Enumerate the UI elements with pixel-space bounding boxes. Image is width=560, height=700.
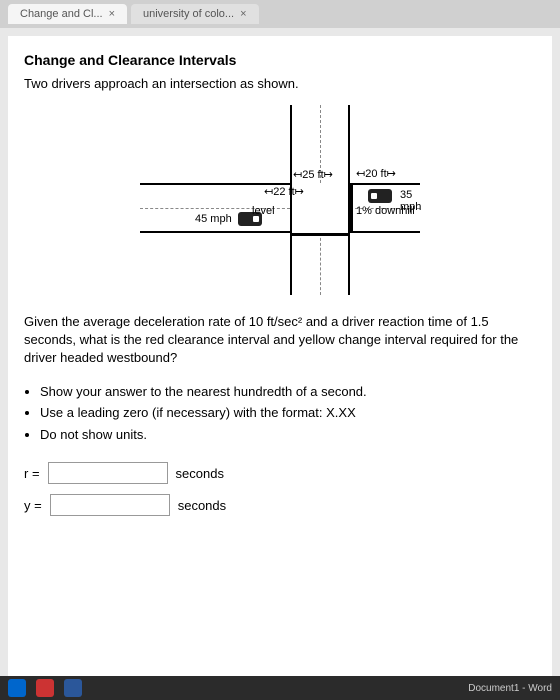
list-item: Use a leading zero (if necessary) with t… xyxy=(40,403,536,423)
dim-top: ↤20 ft↦ xyxy=(356,167,396,180)
taskbar-app-icon[interactable] xyxy=(36,679,54,697)
taskbar-doc-label: Document1 - Word xyxy=(468,683,552,694)
r-input[interactable] xyxy=(48,462,168,484)
taskbar: Document1 - Word xyxy=(0,676,560,700)
grade-east: 1% downhill xyxy=(356,205,415,217)
list-item: Do not show units. xyxy=(40,425,536,445)
tab-label: university of colo... xyxy=(143,8,234,20)
list-item: Show your answer to the nearest hundredt… xyxy=(40,382,536,402)
answer-row-y: y = seconds xyxy=(24,494,536,516)
page-content: Change and Clearance Intervals Two drive… xyxy=(8,36,552,676)
page-title: Change and Clearance Intervals xyxy=(24,52,536,68)
dim-width: ↤25 ft↦ xyxy=(293,168,333,181)
taskbar-word-icon[interactable] xyxy=(64,679,82,697)
y-label: y = xyxy=(24,498,42,513)
intro-text: Two drivers approach an intersection as … xyxy=(24,76,536,91)
tab-inactive[interactable]: university of colo... × xyxy=(131,4,259,24)
answer-row-r: r = seconds xyxy=(24,462,536,484)
tab-label: Change and Cl... xyxy=(20,8,103,20)
browser-tab-bar: Change and Cl... × university of colo...… xyxy=(0,0,560,28)
dim-cross: ↤22 ft↦ xyxy=(264,185,304,198)
r-label: r = xyxy=(24,466,40,481)
instruction-list: Show your answer to the nearest hundredt… xyxy=(40,382,536,445)
grade-west: level xyxy=(252,205,275,217)
eastbound-car-icon xyxy=(368,189,392,203)
r-unit: seconds xyxy=(176,466,224,481)
y-input[interactable] xyxy=(50,494,170,516)
intersection-diagram: ↤20 ft↦ 35 mph 1% downhill ↤25 ft↦ ↤22 f… xyxy=(140,105,420,295)
taskbar-app-icon[interactable] xyxy=(8,679,26,697)
y-unit: seconds xyxy=(178,498,226,513)
speed-west: 45 mph xyxy=(195,213,232,225)
close-icon[interactable]: × xyxy=(240,8,246,20)
close-icon[interactable]: × xyxy=(109,8,115,20)
tab-active[interactable]: Change and Cl... × xyxy=(8,4,127,24)
question-text: Given the average deceleration rate of 1… xyxy=(24,313,536,368)
